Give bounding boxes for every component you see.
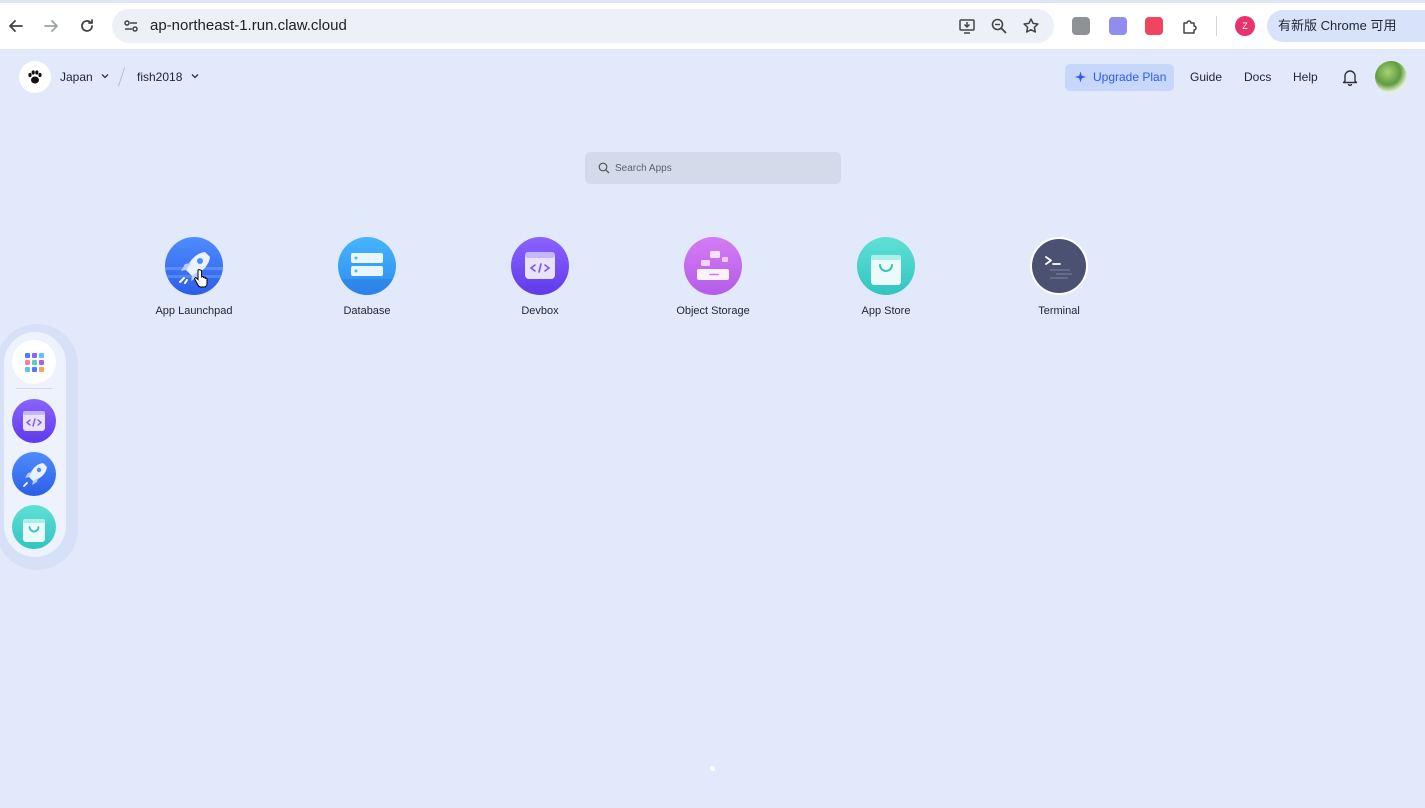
breadcrumb-separator <box>117 67 126 87</box>
extension-icon[interactable] <box>1109 17 1127 35</box>
chevron-down-icon[interactable] <box>100 71 110 81</box>
devbox-icon[interactable] <box>12 399 56 443</box>
apps-grid-icon[interactable] <box>12 340 56 384</box>
help-link[interactable]: Help <box>1293 70 1318 84</box>
bell-icon[interactable] <box>1341 68 1359 86</box>
app-store-icon[interactable] <box>12 505 56 549</box>
extension-icon[interactable] <box>1145 17 1163 35</box>
app-tile-devbox[interactable]: Devbox <box>480 237 600 317</box>
upgrade-plan-button[interactable]: Upgrade Plan <box>1065 64 1174 91</box>
app-label: App Launchpad <box>155 305 233 317</box>
app-label: Database <box>343 305 391 317</box>
bookmark-star-icon[interactable] <box>1022 17 1040 35</box>
reload-icon[interactable] <box>73 12 101 40</box>
app-label: Terminal <box>1038 305 1080 317</box>
dock-divider <box>16 388 52 389</box>
install-app-icon[interactable] <box>958 17 976 35</box>
docs-link[interactable]: Docs <box>1244 70 1271 84</box>
search-input[interactable] <box>615 152 835 184</box>
app-store-icon[interactable] <box>857 237 915 295</box>
search-bar[interactable] <box>585 152 841 184</box>
extension-icon[interactable] <box>1072 17 1090 35</box>
sparkle-icon <box>1075 71 1086 83</box>
app-label: App Store <box>861 305 911 317</box>
tab-strip <box>0 0 1425 3</box>
paw-logo-icon[interactable] <box>19 61 51 93</box>
app-tile-object-storage[interactable]: Object Storage <box>653 237 773 317</box>
search-icon <box>598 162 610 174</box>
upgrade-plan-label: Upgrade Plan <box>1093 70 1167 84</box>
app-label: Devbox <box>521 305 559 317</box>
user-avatar[interactable] <box>1375 61 1407 93</box>
profile-avatar[interactable]: Z <box>1235 16 1255 36</box>
back-icon[interactable] <box>2 12 30 40</box>
toolbar-divider <box>1216 16 1217 36</box>
chrome-update-button[interactable]: 有新版 Chrome 可用 <box>1267 10 1425 42</box>
hand-cursor-icon <box>194 269 208 288</box>
puzzle-icon[interactable] <box>1181 17 1199 35</box>
rocket-icon[interactable] <box>12 452 56 496</box>
page-indicator-dot[interactable] <box>710 766 715 771</box>
address-bar[interactable]: ap-northeast-1.run.claw.cloud <box>112 9 1054 43</box>
object-storage-icon[interactable] <box>684 237 742 295</box>
app-tile-database[interactable]: Database <box>307 237 427 317</box>
terminal-icon[interactable] <box>1030 237 1088 295</box>
app-tile-terminal[interactable]: Terminal <box>999 237 1119 317</box>
app-label: Object Storage <box>676 305 750 317</box>
devbox-icon[interactable] <box>511 237 569 295</box>
zoom-icon[interactable] <box>990 17 1008 35</box>
url-text[interactable]: ap-northeast-1.run.claw.cloud <box>150 17 347 34</box>
site-info-icon[interactable] <box>122 17 140 35</box>
workspace-selector[interactable]: fish2018 <box>137 70 182 84</box>
region-selector[interactable]: Japan <box>60 70 93 84</box>
forward-icon[interactable] <box>37 12 65 40</box>
app-tile-app-store[interactable]: App Store <box>826 237 946 317</box>
guide-link[interactable]: Guide <box>1190 70 1222 84</box>
chevron-down-icon[interactable] <box>190 71 200 81</box>
browser-toolbar: ap-northeast-1.run.claw.cloud Z 有新版 Chro… <box>0 0 1425 50</box>
database-icon[interactable] <box>338 237 396 295</box>
